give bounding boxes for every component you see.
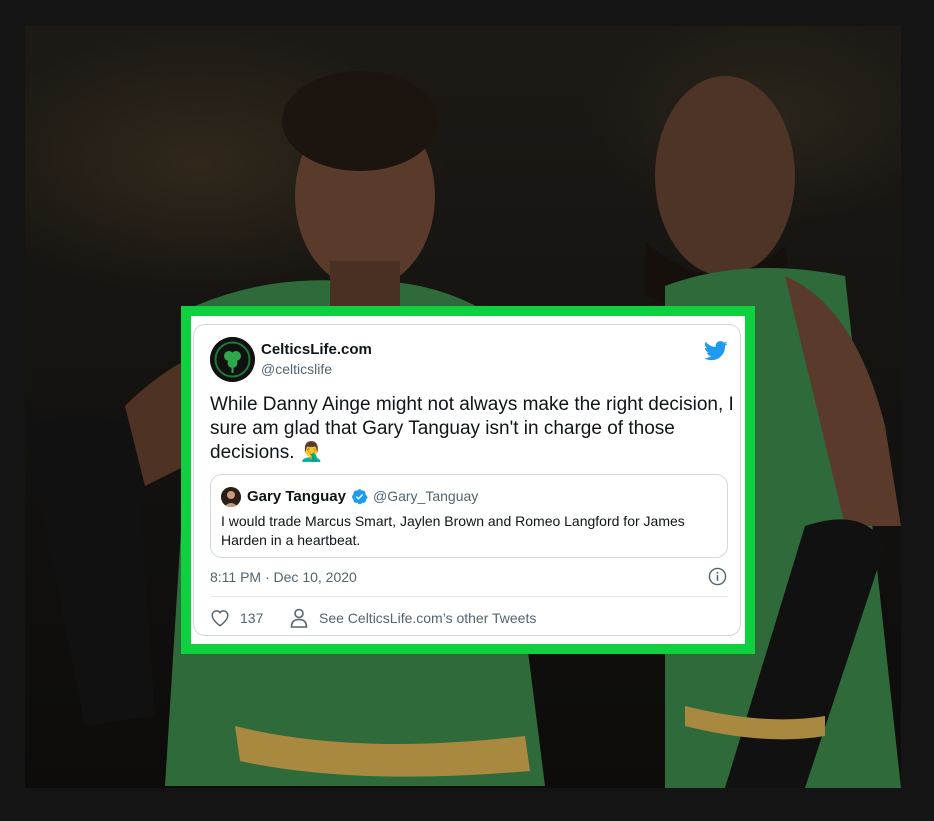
twitter-bird-icon[interactable] [704, 341, 728, 361]
quoted-tweet-text: I would trade Marcus Smart, Jaylen Brown… [221, 513, 685, 548]
see-other-tweets-link[interactable]: See CelticsLife.com’s other Tweets [319, 610, 536, 626]
tweet-divider [210, 596, 728, 597]
tweet-body-text: While Danny Ainge might not always make … [210, 394, 734, 463]
tweet-author-name[interactable]: CelticsLife.com [261, 341, 372, 358]
quoted-author-handle[interactable]: @Gary_Tanguay [373, 488, 478, 504]
gary-tanguay-avatar [221, 487, 241, 507]
highlighted-tweet-embed: CelticsLife.com @celticslife While Danny… [181, 306, 755, 654]
person-icon[interactable] [290, 608, 308, 628]
like-count[interactable]: 137 [240, 610, 263, 626]
tweet-card[interactable]: CelticsLife.com @celticslife While Danny… [193, 324, 741, 636]
quoted-tweet[interactable]: Gary Tanguay @Gary_Tanguay I would trade… [210, 474, 728, 558]
quoted-author-name[interactable]: Gary Tanguay [247, 488, 346, 505]
verified-badge-icon [352, 489, 368, 505]
info-icon[interactable] [708, 567, 727, 586]
tweet-timestamp[interactable]: 8:11 PM · Dec 10, 2020 [210, 569, 357, 585]
tweet-author-handle[interactable]: @celticslife [261, 361, 332, 377]
heart-icon[interactable] [210, 609, 230, 627]
celticslife-avatar[interactable] [210, 337, 255, 382]
